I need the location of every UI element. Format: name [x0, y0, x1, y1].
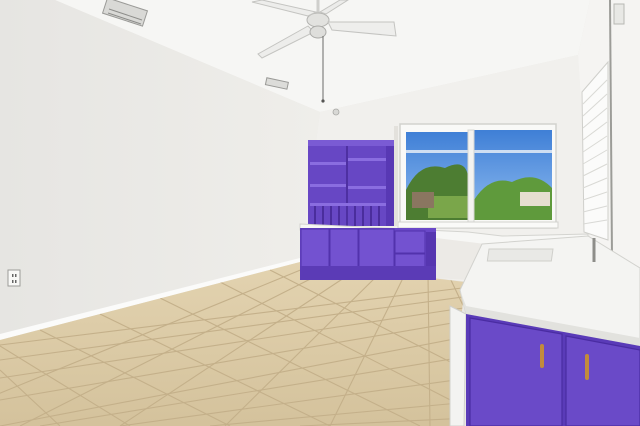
cabinet-side-panel — [449, 305, 467, 426]
cabinet-handle-icon[interactable] — [540, 344, 544, 368]
smoke-detector — [332, 108, 340, 116]
wall-outlet-icon — [7, 269, 21, 287]
wall-bookshelf — [308, 126, 398, 226]
base-cabinets-back — [300, 228, 436, 280]
window — [397, 123, 559, 229]
countertop-cutout — [486, 248, 554, 262]
room-photo — [0, 0, 640, 426]
cabinet-handle-icon[interactable] — [585, 354, 589, 380]
